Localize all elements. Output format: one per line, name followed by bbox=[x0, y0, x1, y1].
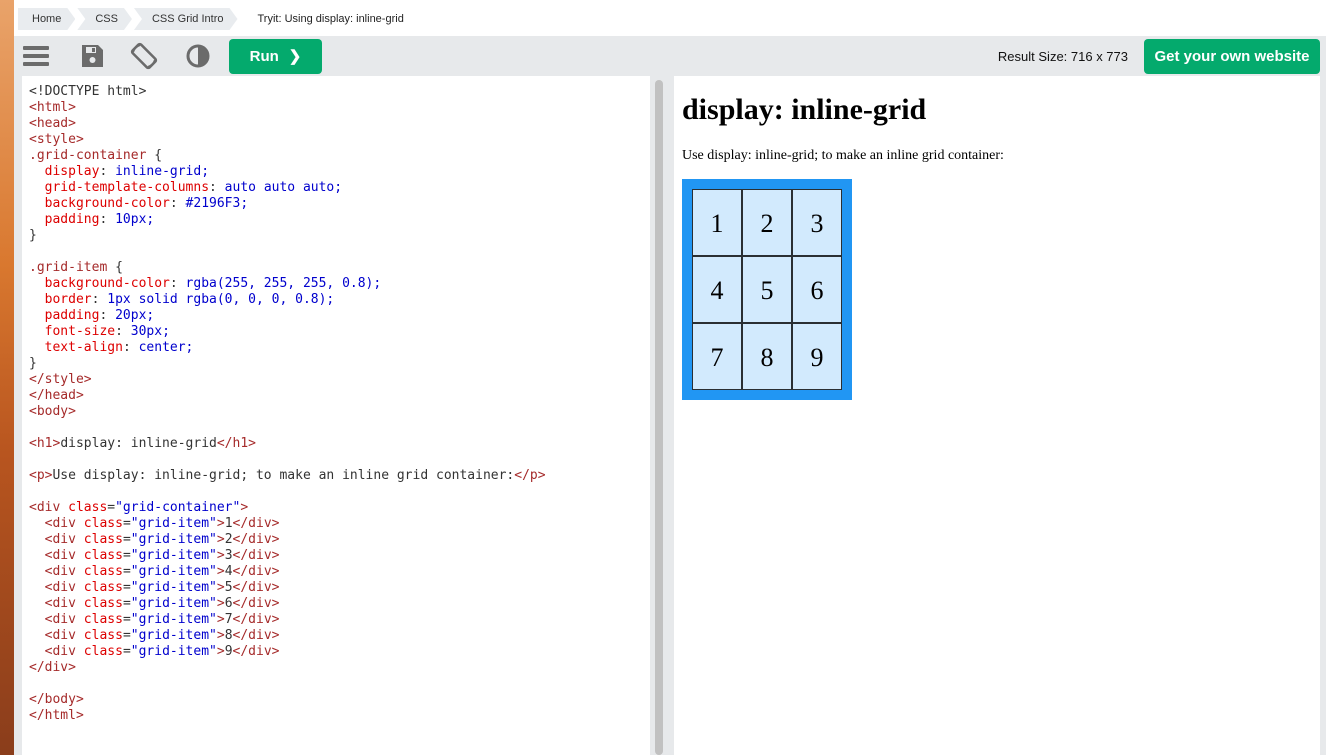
pane-divider[interactable] bbox=[664, 76, 674, 755]
result-pane-edge bbox=[1320, 76, 1326, 755]
grid-item: 5 bbox=[742, 256, 792, 323]
editor-scrollbar-thumb[interactable] bbox=[655, 80, 663, 755]
chevron-right-icon: ❯ bbox=[288, 48, 302, 65]
rotate-icon[interactable] bbox=[130, 42, 158, 70]
desktop-wallpaper bbox=[0, 0, 14, 755]
breadcrumb-css[interactable]: CSS bbox=[77, 8, 132, 30]
grid-item: 6 bbox=[792, 256, 842, 323]
breadcrumb-css-grid-intro[interactable]: CSS Grid Intro bbox=[134, 8, 238, 30]
save-icon[interactable] bbox=[78, 42, 106, 70]
result-size-label: Result Size: 716 x 773 bbox=[997, 49, 1128, 64]
editor-scrollbar[interactable] bbox=[654, 76, 664, 755]
breadcrumb-current-page: Tryit: Using display: inline-grid bbox=[239, 8, 418, 30]
grid-item: 9 bbox=[792, 323, 842, 390]
code-text[interactable]: <!DOCTYPE html> <html> <head> <style> .g… bbox=[22, 76, 650, 724]
result-heading: display: inline-grid bbox=[682, 93, 927, 126]
breadcrumb-home[interactable]: Home bbox=[18, 8, 75, 30]
get-your-own-website-button[interactable]: Get your own website bbox=[1144, 39, 1320, 74]
grid-item: 2 bbox=[742, 189, 792, 256]
grid-item: 1 bbox=[692, 189, 742, 256]
result-pane: display: inline-grid Use display: inline… bbox=[675, 76, 1320, 755]
menu-icon[interactable] bbox=[22, 42, 50, 70]
grid-item: 3 bbox=[792, 189, 842, 256]
run-button-label: Run bbox=[249, 48, 279, 65]
grid-item: 4 bbox=[692, 256, 742, 323]
toolbar: Run ❯ Result Size: 716 x 773 Get your own… bbox=[14, 36, 1326, 76]
grid-item: 7 bbox=[692, 323, 742, 390]
grid-item: 8 bbox=[742, 323, 792, 390]
run-button[interactable]: Run ❯ bbox=[229, 39, 322, 74]
breadcrumb: Home CSS CSS Grid Intro Tryit: Using dis… bbox=[14, 0, 1326, 36]
contrast-icon[interactable] bbox=[184, 42, 212, 70]
editor-pane: <!DOCTYPE html> <html> <head> <style> .g… bbox=[14, 76, 664, 755]
code-editor[interactable]: <!DOCTYPE html> <html> <head> <style> .g… bbox=[22, 76, 650, 755]
result-paragraph: Use display: inline-grid; to make an inl… bbox=[682, 148, 1004, 163]
grid-container: 1 2 3 4 5 6 7 8 9 bbox=[682, 179, 852, 400]
